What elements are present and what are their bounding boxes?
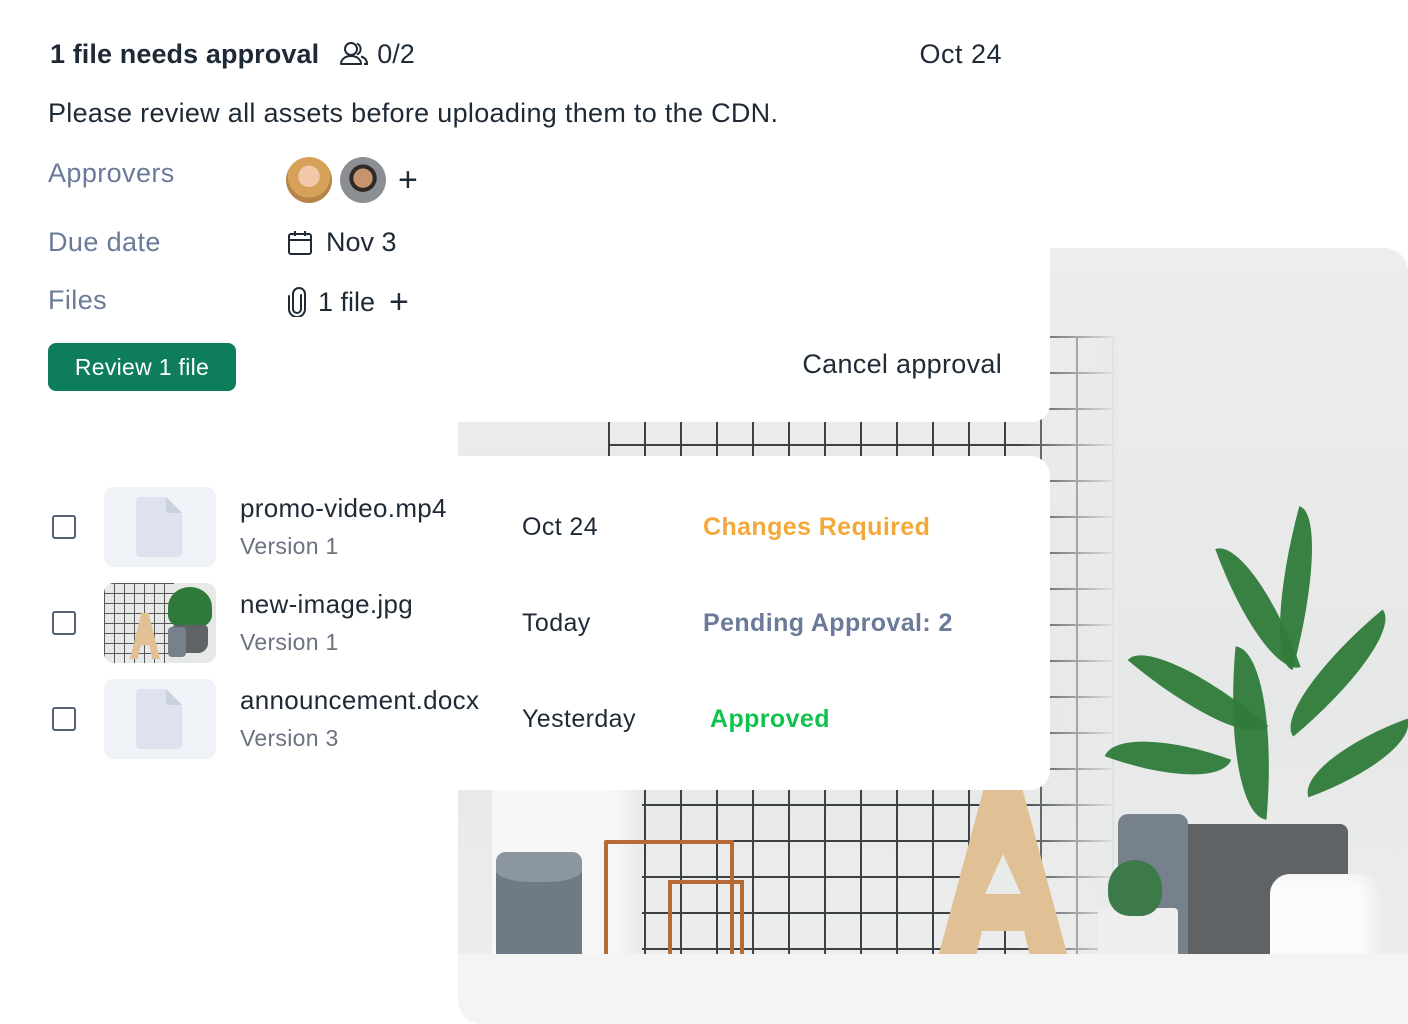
file-name[interactable]: announcement.docx xyxy=(240,685,479,716)
photo-thumbnail xyxy=(104,583,216,663)
avatar[interactable] xyxy=(286,157,332,203)
row-checkbox[interactable] xyxy=(52,707,76,731)
add-file-icon[interactable]: + xyxy=(389,285,409,319)
file-version: Version 3 xyxy=(240,725,339,751)
approval-header: 1 file needs approval 0/2 Oct 24 xyxy=(50,36,1002,72)
page-title: 1 file needs approval xyxy=(50,38,320,69)
approval-description: Please review all assets before uploadin… xyxy=(48,98,779,128)
approver-count-value: 0/2 xyxy=(377,38,415,69)
file-row[interactable]: announcement.docx Version 3 Yesterday Ap… xyxy=(0,679,1050,759)
file-date: Yesterday xyxy=(522,705,636,733)
status-badge: Pending Approval: 2 xyxy=(703,609,953,637)
row-checkbox[interactable] xyxy=(52,515,76,539)
document-icon xyxy=(136,689,182,749)
file-date: Today xyxy=(522,609,591,637)
status-badge: Changes Required xyxy=(703,513,931,541)
files-count[interactable]: 1 file xyxy=(318,287,375,318)
approvers-value: + xyxy=(286,157,418,203)
file-date: Oct 24 xyxy=(522,513,599,541)
file-version: Version 1 xyxy=(240,629,339,655)
request-date: Oct 24 xyxy=(919,38,1002,69)
due-date-value[interactable]: Nov 3 xyxy=(286,227,397,258)
file-thumbnail[interactable] xyxy=(104,679,216,759)
row-checkbox[interactable] xyxy=(52,611,76,635)
document-icon xyxy=(136,497,182,557)
status-badge: Approved xyxy=(710,705,830,733)
cancel-approval-button[interactable]: Cancel approval xyxy=(802,349,1002,380)
calendar-icon xyxy=(288,230,312,255)
files-value: 1 file + xyxy=(286,285,409,319)
files-label: Files xyxy=(48,285,108,315)
avatar[interactable] xyxy=(340,157,386,203)
file-row[interactable]: new-image.jpg Version 1 Today Pending Ap… xyxy=(0,583,1050,663)
add-approver-icon[interactable]: + xyxy=(398,163,418,197)
approver-count[interactable]: 0/2 xyxy=(339,39,415,70)
approvers-label: Approvers xyxy=(48,158,175,188)
file-thumbnail[interactable] xyxy=(104,487,216,567)
file-row[interactable]: promo-video.mp4 Version 1 Oct 24 Changes… xyxy=(0,487,1050,567)
file-name[interactable]: promo-video.mp4 xyxy=(240,493,447,524)
users-icon xyxy=(340,42,369,65)
file-thumbnail[interactable] xyxy=(104,583,216,663)
file-version: Version 1 xyxy=(240,533,339,559)
paperclip-icon xyxy=(288,287,306,317)
file-name[interactable]: new-image.jpg xyxy=(240,589,413,620)
due-date-label: Due date xyxy=(48,227,161,257)
due-date-text: Nov 3 xyxy=(326,227,397,257)
review-files-button[interactable]: Review 1 file xyxy=(48,343,236,391)
